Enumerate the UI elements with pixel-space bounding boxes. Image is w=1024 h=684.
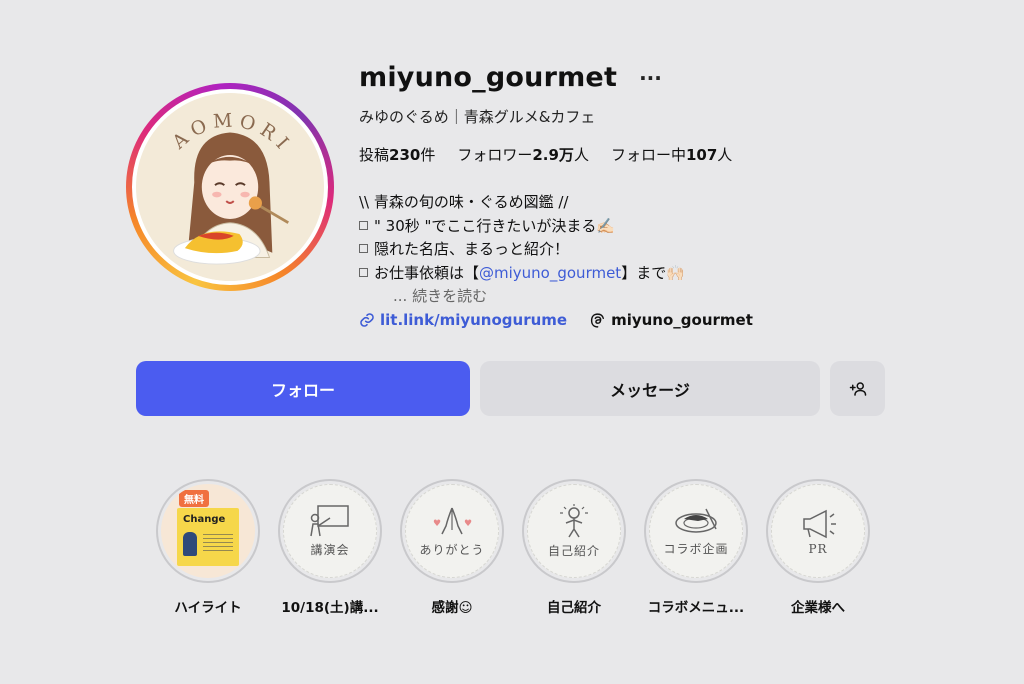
- stat-followers[interactable]: フォロワー2.9万人: [457, 144, 589, 165]
- highlight-item[interactable]: 講演会 10/18(土)講...: [277, 479, 383, 616]
- highlight-ring: 無料 Change: [156, 479, 260, 583]
- svg-text:♥: ♥: [433, 519, 441, 529]
- follow-button[interactable]: フォロー: [136, 361, 470, 416]
- highlight-cover: コラボ企画: [649, 484, 743, 578]
- highlight-cover: PR: [771, 484, 865, 578]
- username: miyuno_gourmet: [359, 62, 618, 93]
- highlight-label: 自己紹介: [547, 600, 601, 616]
- highlight-item[interactable]: コラボ企画 コラボメニュ...: [643, 479, 749, 616]
- message-button[interactable]: メッセージ: [480, 361, 820, 416]
- highlight-ring: 自己紹介: [522, 479, 626, 583]
- highlight-cover: 講演会: [283, 484, 377, 578]
- stat-posts: 投稿230件: [359, 146, 436, 164]
- highlight-ring: 講演会: [278, 479, 382, 583]
- bio-line: " 30秒 "でここ行きたいが決まる✍🏻: [359, 215, 685, 239]
- highlight-label: 企業様へ: [791, 600, 845, 616]
- bio-mention-link[interactable]: @miyuno_gourmet: [479, 264, 621, 282]
- highlight-cover: 無料 Change: [161, 484, 255, 578]
- add-person-icon: [849, 381, 866, 396]
- highlight-ring: コラボ企画: [644, 479, 748, 583]
- megaphone-icon: [803, 509, 836, 538]
- person-icon: [560, 504, 588, 538]
- highlight-item[interactable]: 無料 Change ハイライト: [155, 479, 261, 616]
- svg-text:♥: ♥: [464, 519, 472, 529]
- highlight-label: 感謝☺︎: [431, 600, 473, 616]
- profile-links: lit.link/miyunogurume miyuno_gourmet: [359, 311, 753, 329]
- flyer-title: Change: [183, 514, 226, 525]
- highlight-label: コラボメニュ...: [647, 600, 745, 616]
- praying-hands-icon: ♥ ♥: [433, 507, 472, 535]
- threads-link[interactable]: miyuno_gourmet: [589, 311, 753, 329]
- speaker-icon: [183, 532, 197, 556]
- highlight-ring: ♥ ♥ ありがとう: [400, 479, 504, 583]
- free-badge: 無料: [179, 490, 209, 507]
- lecture-icon: [310, 505, 349, 537]
- external-link[interactable]: lit.link/miyunogurume: [359, 311, 567, 329]
- bio-more-link[interactable]: ... 続きを読む: [359, 285, 685, 309]
- full-name: みゆのぐるめ｜青森グルメ&カフェ: [359, 108, 596, 126]
- checkbox-square-icon: [359, 220, 368, 230]
- username-row: miyuno_gourmet ···: [359, 62, 662, 93]
- link-icon: [360, 313, 374, 327]
- profile-avatar[interactable]: AOMORI: [126, 83, 334, 291]
- stat-following[interactable]: フォロー中107人: [611, 144, 732, 165]
- highlight-cover: ♥ ♥ ありがとう: [405, 484, 499, 578]
- checkbox-square-icon: [359, 244, 368, 253]
- avatar-illustration: AOMORI: [132, 89, 328, 285]
- bio-line: \\ 青森の旬の味・ぐるめ図鑑 //: [359, 193, 569, 211]
- highlight-item[interactable]: ♥ ♥ ありがとう 感謝☺︎: [399, 479, 505, 616]
- highlight-label: 10/18(土)講...: [281, 600, 379, 616]
- profile-bio: \\ 青森の旬の味・ぐるめ図鑑 // " 30秒 "でここ行きたいが決まる✍🏻 …: [359, 191, 685, 309]
- highlight-item[interactable]: PR 企業様へ: [765, 479, 871, 616]
- suggested-users-button[interactable]: [830, 361, 885, 416]
- profile-stats: 投稿230件 フォロワー2.9万人 フォロー中107人: [359, 144, 732, 165]
- plate-icon: [675, 508, 717, 533]
- checkbox-square-icon: [359, 267, 368, 277]
- bio-line: 隠れた名店、まるっと紹介！: [359, 238, 685, 262]
- avatar-drawing: AOMORI: [136, 93, 324, 281]
- highlight-label: ハイライト: [174, 600, 242, 616]
- threads-icon: [590, 312, 605, 328]
- highlight-item[interactable]: 自己紹介 自己紹介: [521, 479, 627, 616]
- flyer-text-lines: [203, 534, 233, 554]
- more-options-icon[interactable]: ···: [639, 68, 662, 88]
- bio-line: お仕事依頼は【@miyuno_gourmet】まで🙌🏻: [359, 262, 685, 286]
- highlight-cover: 自己紹介: [527, 484, 621, 578]
- highlight-ring: PR: [766, 479, 870, 583]
